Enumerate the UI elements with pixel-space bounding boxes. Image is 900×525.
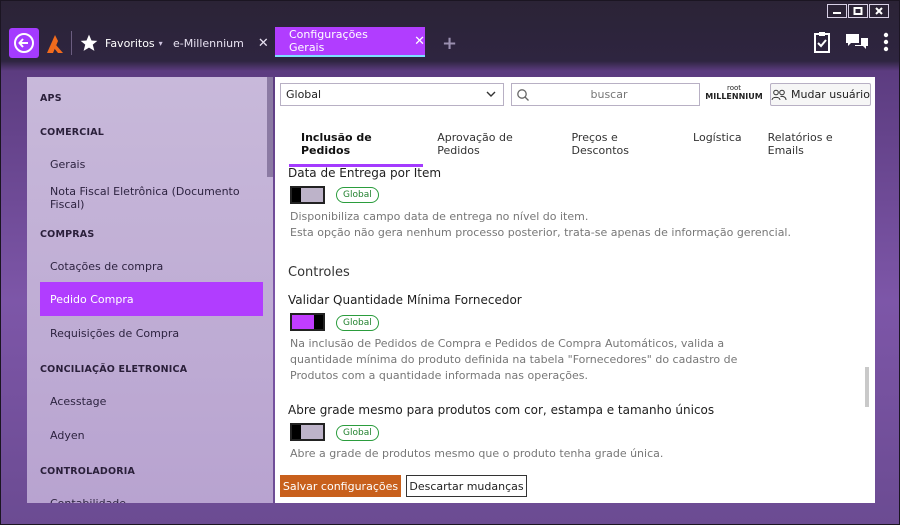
star-icon <box>80 34 98 51</box>
sidebar-category-conciliacao[interactable]: CONCILIAÇÃO ELETRONICA <box>40 364 187 375</box>
chevron-down-icon <box>486 91 496 97</box>
clipboard-check-icon[interactable] <box>813 31 831 53</box>
scope-badge: Global <box>336 425 379 441</box>
favorites-label: Favoritos <box>105 36 155 50</box>
desc-line: Disponibiliza campo data de entrega no n… <box>290 210 589 223</box>
chevron-down-icon: ▾ <box>158 38 163 48</box>
setting-desc: Na inclusão de Pedidos de Compra e Pedid… <box>290 336 737 384</box>
tab-label: Configurações Gerais <box>289 28 368 54</box>
sidebar-category-aps[interactable]: APS <box>40 93 62 104</box>
sidebar-category-comercial[interactable]: COMERCIAL <box>40 127 104 138</box>
switch-user-button[interactable]: Mudar usuário <box>770 83 871 106</box>
setting-title-open-grid: Abre grade mesmo para produtos com cor, … <box>288 403 715 417</box>
desc-line: Esta opção não gera nenhum processo post… <box>290 226 791 239</box>
setting-desc: Abre a grade de produtos mesmo que o pro… <box>290 446 663 462</box>
setting-title-min-qty: Validar Quantidade Mínima Fornecedor <box>288 293 522 307</box>
sidebar-item-pedido-compra[interactable]: Pedido Compra <box>40 282 263 316</box>
minimize-icon <box>833 12 841 14</box>
close-tab-icon[interactable]: ✕ <box>258 36 269 51</box>
section-title-controles: Controles <box>288 265 350 280</box>
discard-changes-button[interactable]: Descartar mudanças <box>406 475 527 497</box>
search-box[interactable] <box>511 83 700 106</box>
back-button[interactable] <box>9 28 39 58</box>
tab-e-millennium[interactable]: e-Millennium ✕ <box>173 29 269 57</box>
desc-line: Produtos com a quantidade informada nas … <box>290 369 588 382</box>
sidebar-category-controladoria[interactable]: CONTROLADORIA <box>40 466 135 477</box>
maximize-button[interactable] <box>848 4 868 18</box>
setting-title-delivery-date: Data de Entrega por Item <box>288 166 442 180</box>
toggle-knob <box>314 315 323 329</box>
setting-desc: Disponibiliza campo data de entrega no n… <box>290 209 791 241</box>
back-arrow-icon <box>14 33 34 53</box>
sidebar-item-acesstage[interactable]: Acesstage <box>40 384 263 418</box>
desc-line: Na inclusão de Pedidos de Compra e Pedid… <box>290 337 725 350</box>
settings-panel: Global root MILLENNIUM Mudar usuário <box>275 77 875 503</box>
toggle-delivery-date[interactable] <box>290 186 325 204</box>
top-bar: Favoritos ▾ e-Millennium ✕ Configurações… <box>1 23 899 63</box>
minimize-button[interactable] <box>827 4 847 18</box>
scope-value: Global <box>286 88 322 101</box>
save-settings-button[interactable]: Salvar configurações <box>280 475 401 497</box>
search-icon <box>517 88 529 101</box>
sidebar-item-gerais[interactable]: Gerais <box>40 147 263 181</box>
sidebar-category-compras[interactable]: COMPRAS <box>40 229 94 240</box>
close-icon <box>875 7 883 15</box>
maximize-icon <box>853 7 863 15</box>
close-window-button[interactable] <box>869 4 889 18</box>
search-input[interactable] <box>534 88 684 101</box>
toolbar-right <box>813 31 889 53</box>
more-vertical-icon[interactable] <box>883 32 889 52</box>
toggle-knob <box>292 425 301 439</box>
desc-line: Abre a grade de produtos mesmo que o pro… <box>290 447 664 460</box>
settings-sidebar: APS COMERCIAL Gerais Nota Fiscal Eletrôn… <box>27 77 273 503</box>
scope-select[interactable]: Global <box>280 83 504 106</box>
user-login: root <box>726 84 742 92</box>
switch-user-label: Mudar usuário <box>791 88 870 101</box>
tab-label: e-Millennium <box>173 36 244 50</box>
sidebar-scrollbar[interactable] <box>267 77 273 177</box>
current-user: root MILLENNIUM <box>703 84 765 101</box>
toolbar-divider <box>71 31 72 55</box>
content-scrollbar[interactable] <box>865 367 869 407</box>
favorites-menu[interactable]: Favoritos ▾ <box>79 29 163 57</box>
scope-badge: Global <box>336 315 379 331</box>
users-icon <box>771 89 787 100</box>
close-tab-icon[interactable]: ✕ <box>414 34 425 49</box>
tab-configuracoes-gerais[interactable]: Configurações Gerais ✕ <box>275 27 425 57</box>
toggle-min-qty[interactable] <box>290 313 325 331</box>
sidebar-item-requisicoes[interactable]: Requisições de Compra <box>40 316 263 350</box>
user-company: MILLENNIUM <box>705 92 763 101</box>
sidebar-item-nota-fiscal[interactable]: Nota Fiscal Eletrônica (Documento Fiscal… <box>40 181 263 215</box>
window-controls <box>827 4 889 18</box>
scope-badge: Global <box>336 187 379 203</box>
app-window: Favoritos ▾ e-Millennium ✕ Configurações… <box>0 0 900 525</box>
sidebar-item-contabilidade[interactable]: Contabilidade <box>40 486 263 504</box>
millennium-logo-icon <box>45 31 65 55</box>
desc-line: quantidade mínima do produto definida na… <box>290 353 738 366</box>
sidebar-item-cotacoes[interactable]: Cotações de compra <box>40 249 263 283</box>
sidebar-item-adyen[interactable]: Adyen <box>40 418 263 452</box>
toggle-knob <box>292 188 301 202</box>
settings-content: Data de Entrega por Item Global Disponib… <box>275 157 875 467</box>
add-tab-icon[interactable]: + <box>442 33 457 54</box>
toggle-open-grid[interactable] <box>290 423 325 441</box>
chat-icon[interactable] <box>845 32 869 52</box>
